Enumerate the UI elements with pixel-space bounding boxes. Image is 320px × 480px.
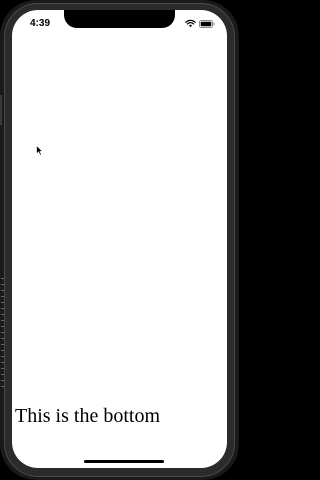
status-icons: [185, 19, 215, 28]
phone-device: 4:39 This is the bottom: [0, 0, 239, 480]
battery-icon: [199, 19, 215, 28]
bottom-text: This is the bottom: [15, 405, 160, 427]
mouse-cursor-icon: [36, 145, 43, 156]
home-indicator[interactable]: [84, 460, 164, 463]
notch: [64, 10, 175, 28]
status-time: 4:39: [30, 18, 51, 29]
wifi-icon: [185, 19, 196, 28]
volume-button: [0, 95, 2, 125]
phone-screen: 4:39 This is the bottom: [12, 10, 227, 468]
